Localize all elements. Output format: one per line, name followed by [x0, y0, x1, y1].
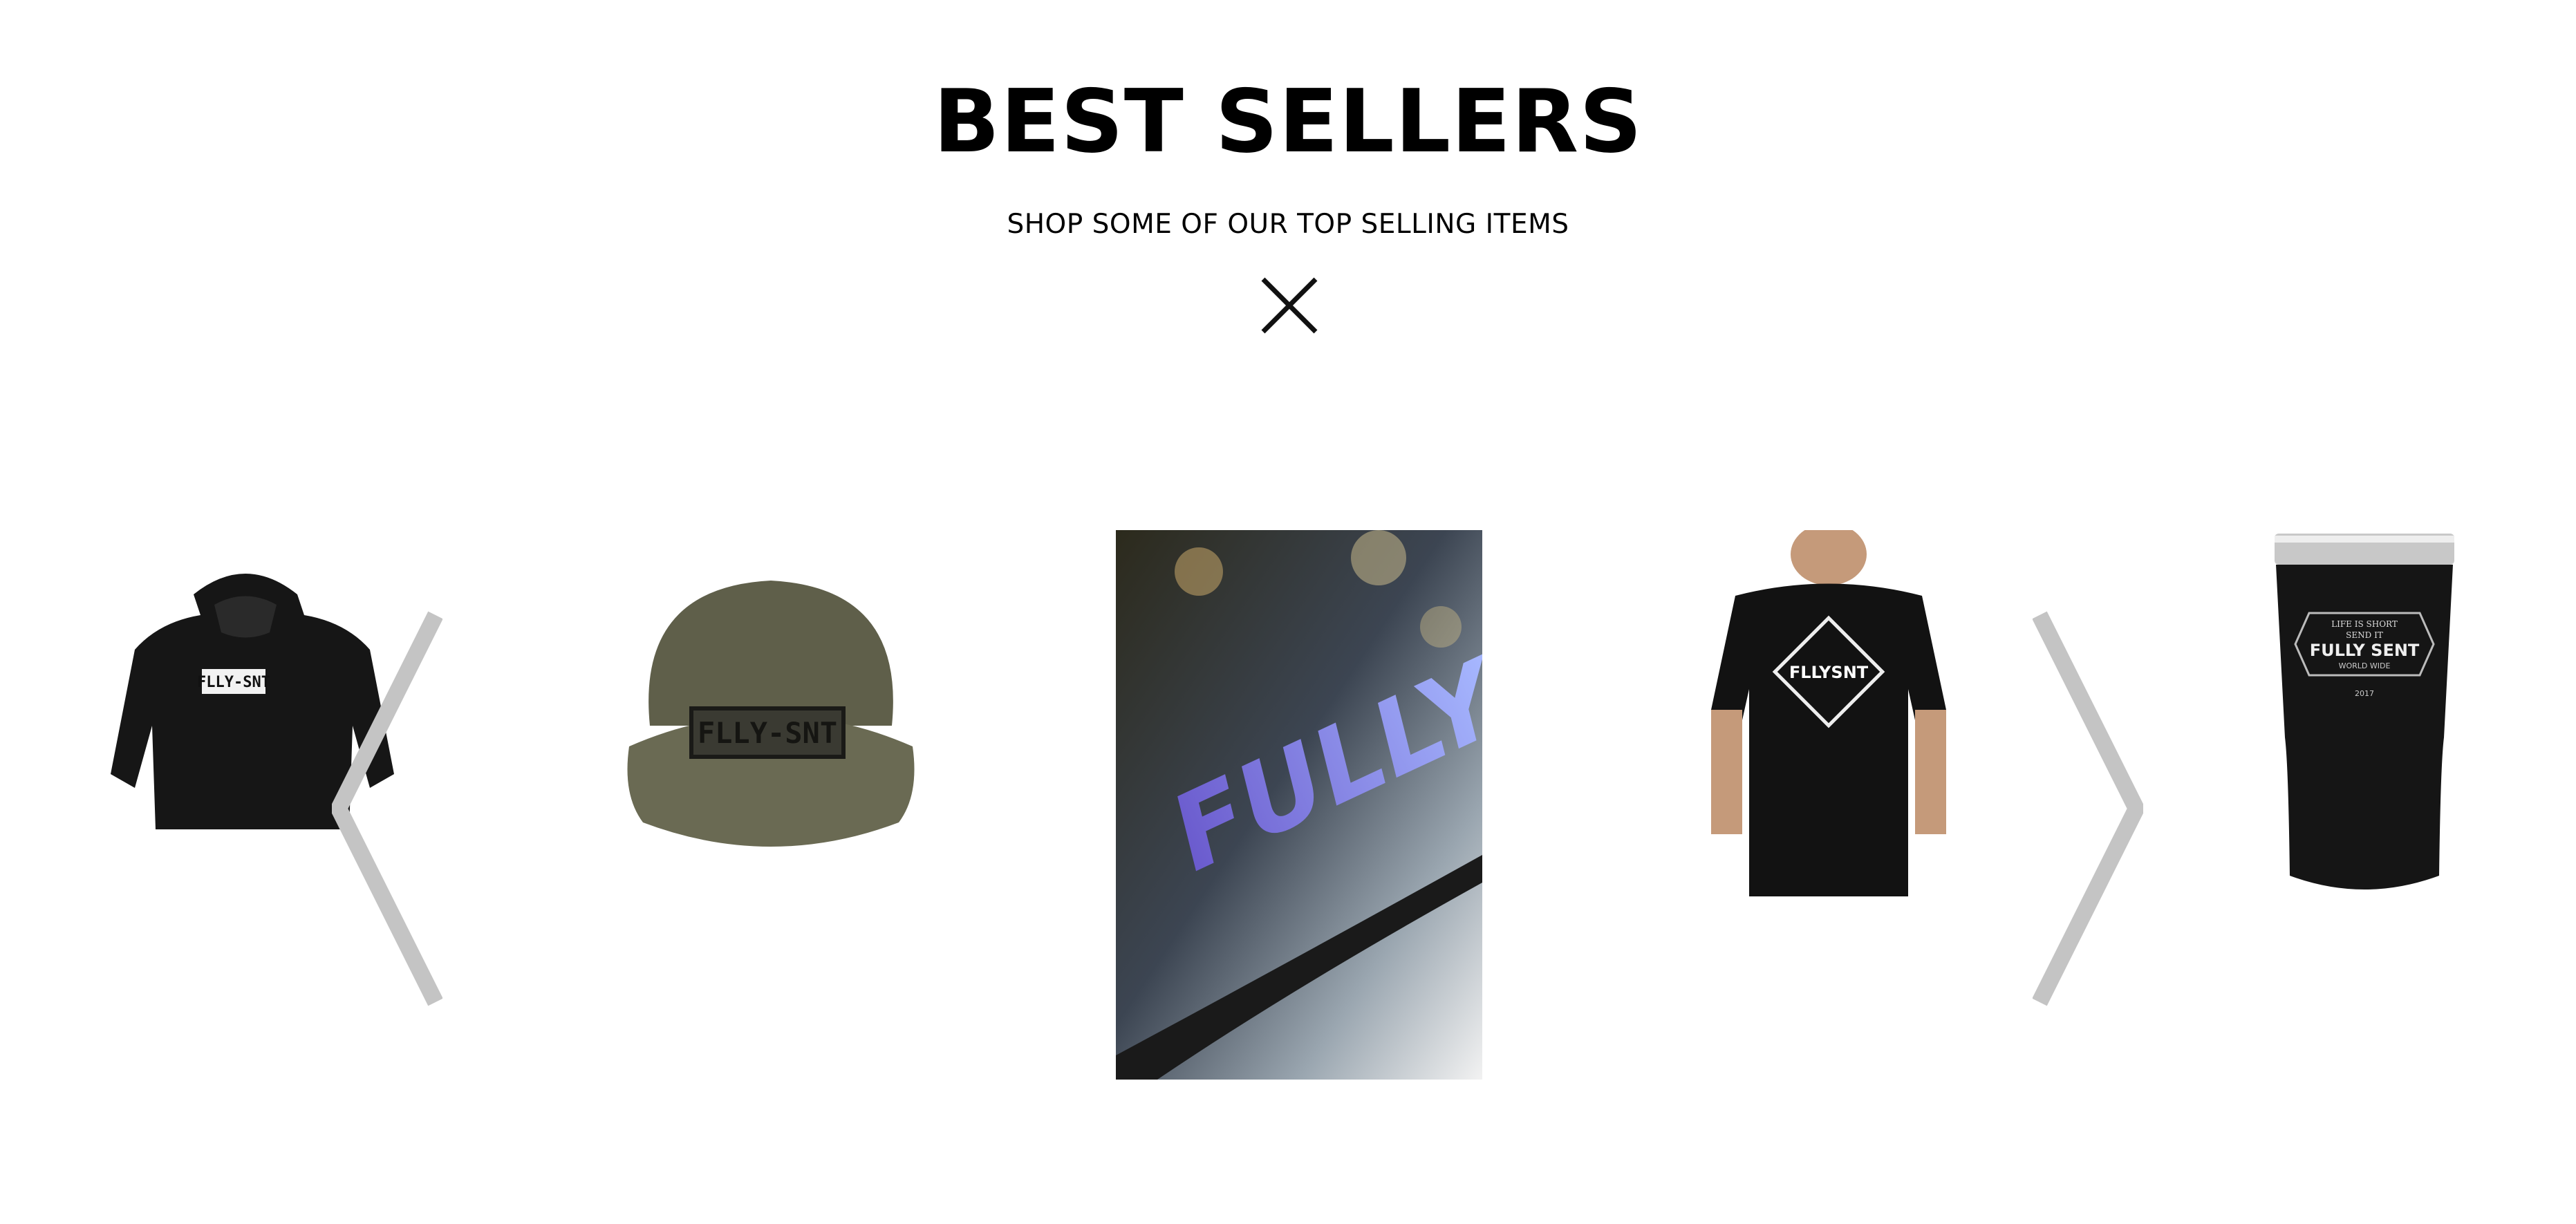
product-hat[interactable]: FLLY-SNT [608, 546, 933, 871]
tumbler-print-main: FULLY SENT [2310, 641, 2420, 660]
t-shirt-image: FLLYSNT [1711, 530, 1946, 896]
tumbler-print-mid: SEND IT [2346, 630, 2383, 640]
product-tumbler[interactable]: LIFE IS SHORT SEND IT FULLY SENT WORLD W… [2261, 530, 2468, 896]
product-poster[interactable]: FULLY [1116, 530, 1482, 1080]
tumbler-print-top: LIFE IS SHORT [2331, 619, 2398, 629]
tumbler-image: LIFE IS SHORT SEND IT FULLY SENT WORLD W… [2275, 534, 2454, 889]
hat-image: FLLY-SNT [627, 581, 915, 847]
section-subtitle: SHOP SOME OF OUR TOP SELLING ITEMS [1007, 209, 1569, 240]
t-shirt-print-text: FLLYSNT [1789, 663, 1869, 682]
tumbler-print-sub: WORLD WIDE [2339, 661, 2391, 670]
hoodie-print-text: FLLY-SNT [197, 674, 270, 691]
tumbler-print-year: 2017 [2355, 689, 2374, 698]
section-title: BEST SELLERS [933, 70, 1643, 172]
product-t-shirt[interactable]: FLLYSNT [1708, 530, 1950, 896]
chevron-left-icon[interactable] [332, 608, 442, 1009]
close-x-icon [1261, 277, 1318, 334]
chevron-right-icon[interactable] [2033, 608, 2143, 1009]
hat-print-text: FLLY-SNT [698, 716, 837, 750]
poster-image: FULLY [1116, 530, 1482, 1080]
